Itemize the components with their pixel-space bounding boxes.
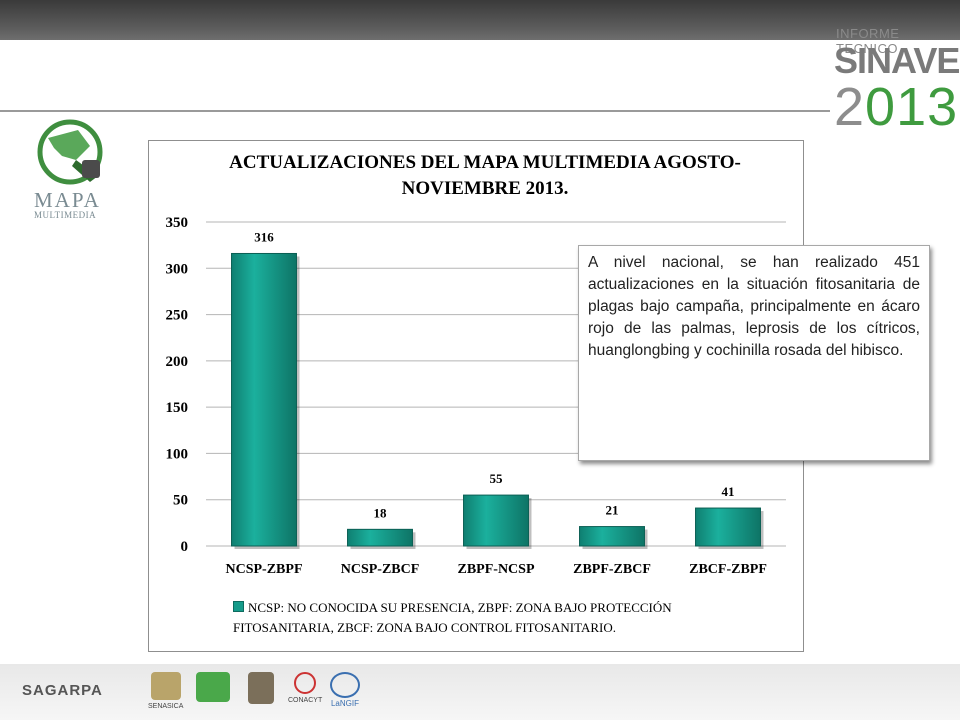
sinavef-small-logo	[196, 672, 230, 702]
bar	[695, 507, 761, 547]
y-tick-label: 0	[181, 539, 189, 555]
y-tick-label: 200	[166, 354, 189, 370]
x-tick-label: ZBPF-ZBCF	[573, 562, 651, 577]
data-label: 316	[254, 229, 274, 244]
x-tick-label: NCSP-ZBPF	[226, 562, 303, 577]
legend-text: NCSP: NO CONOCIDA SU PRESENCIA, ZBPF: ZO…	[233, 600, 672, 635]
y-tick-label: 300	[166, 261, 189, 277]
bar	[347, 528, 413, 547]
bar	[579, 526, 645, 547]
legend-swatch	[233, 601, 244, 612]
y-tick-label: 100	[166, 446, 189, 462]
bar	[463, 494, 529, 547]
y-tick-label: 250	[166, 308, 189, 324]
data-label: 18	[374, 505, 388, 520]
y-tick-label: 50	[173, 493, 188, 509]
sagarpa-logo: SAGARPA	[22, 682, 103, 699]
x-tick-label: NCSP-ZBCF	[341, 562, 420, 577]
institution-seal	[248, 672, 274, 704]
y-tick-label: 350	[166, 215, 189, 231]
data-label: 55	[490, 471, 504, 486]
conacyt-logo: CONACYT	[288, 672, 322, 704]
data-label: 41	[722, 484, 735, 499]
summary-note: A nivel nacional, se han realizado 451 a…	[578, 245, 930, 461]
footer-bar	[0, 664, 960, 720]
x-tick-label: ZBPF-NCSP	[458, 562, 535, 577]
data-label: 21	[606, 503, 619, 518]
x-tick-label: ZBCF-ZBPF	[689, 562, 767, 577]
langif-logo: LaNGIF	[330, 672, 360, 708]
senasica-logo: SENASICA	[148, 672, 183, 710]
chart-legend: NCSP: NO CONOCIDA SU PRESENCIA, ZBPF: ZO…	[233, 598, 763, 638]
bar	[231, 252, 297, 547]
y-tick-label: 150	[166, 400, 189, 416]
